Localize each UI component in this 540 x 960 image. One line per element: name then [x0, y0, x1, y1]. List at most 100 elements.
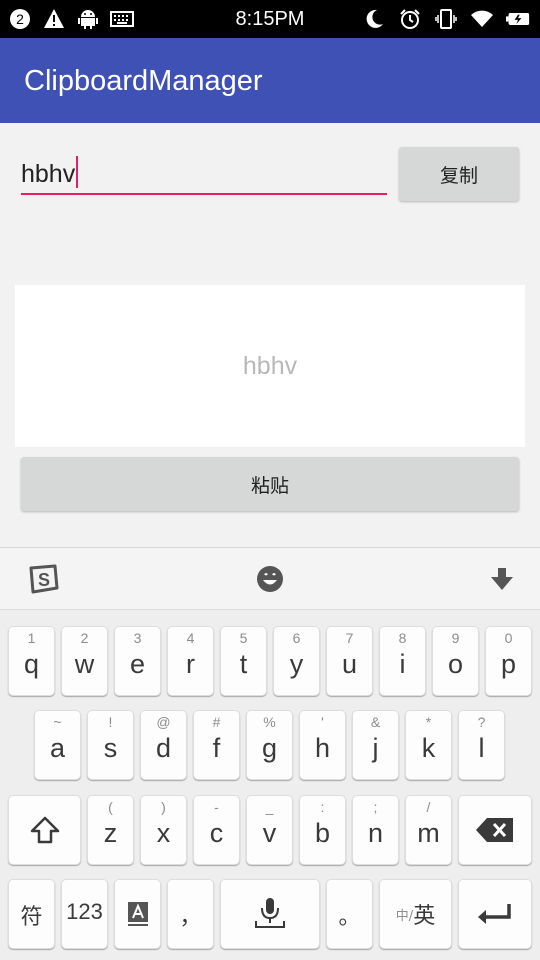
key-j[interactable]: & j	[352, 710, 399, 780]
backspace-icon	[476, 818, 513, 842]
key-z[interactable]: (z	[87, 795, 134, 865]
key-hint-label: #	[212, 714, 221, 730]
key-label: q	[23, 649, 40, 679]
key-label: d	[155, 733, 172, 763]
key-label: h	[314, 733, 331, 763]
key-h[interactable]: ' h	[299, 710, 346, 780]
key-label: e	[129, 649, 146, 679]
keyboard-toolbar: S	[0, 548, 540, 610]
soft-keyboard: S 1 q 2 w 3 e 4 r 5 t 6 y 7 u 8 i 9 o 0 p ~ a! s @ d # f% g ' h & j * k? l…	[0, 547, 540, 960]
key-w[interactable]: 2w	[61, 626, 108, 696]
key-v[interactable]: _ v	[246, 795, 293, 865]
keyboard-mode-icon	[127, 902, 148, 926]
key-hint-label: 6	[292, 630, 301, 646]
key-label: f	[212, 733, 221, 763]
key-hint-label: 7	[345, 630, 354, 646]
key-label: w	[74, 649, 95, 679]
key-m[interactable]: / m	[405, 795, 452, 865]
symbols-key[interactable]: 符	[8, 879, 55, 949]
enter-key[interactable]	[458, 879, 532, 949]
vibrate-icon	[434, 7, 458, 31]
key-label: t	[239, 649, 248, 679]
key-hint-label: 3	[133, 630, 142, 646]
key-hint-label: ;	[373, 799, 378, 815]
key-label: b	[314, 818, 331, 848]
key-label: 123	[66, 899, 103, 924]
key-e[interactable]: 3e	[114, 626, 161, 696]
key-b[interactable]: :b	[299, 795, 346, 865]
key-label: y	[289, 649, 304, 679]
key-hint-label: 0	[504, 630, 513, 646]
copy-button[interactable]: 复制	[399, 147, 519, 201]
key-hint-label: /	[426, 799, 431, 815]
hide-keyboard-icon[interactable]	[486, 563, 518, 595]
comma-key[interactable]: ，	[167, 879, 214, 949]
sogou-logo-icon[interactable]: S	[27, 563, 59, 595]
key-q[interactable]: 1q	[8, 626, 55, 696]
lang-small-label: 中/	[395, 908, 414, 924]
key-label: k	[421, 733, 436, 763]
space-key[interactable]	[220, 879, 320, 949]
key-label: 。	[338, 904, 361, 929]
key-u[interactable]: 7u	[326, 626, 373, 696]
key-a[interactable]: ~ a	[34, 710, 81, 780]
key-hint-label: 8	[398, 630, 407, 646]
key-o[interactable]: 9o	[432, 626, 479, 696]
language-switch-key[interactable]: 中/英	[379, 879, 452, 949]
wifi-icon	[470, 7, 494, 31]
key-x[interactable]: ) x	[140, 795, 187, 865]
key-hint-label: @	[156, 714, 171, 730]
key-d[interactable]: @ d	[140, 710, 187, 780]
period-key[interactable]: 。	[326, 879, 373, 949]
key-label: j	[372, 733, 379, 763]
key-hint-label: (	[108, 799, 113, 815]
key-y[interactable]: 6y	[273, 626, 320, 696]
key-hint-label: *	[425, 714, 432, 730]
key-s[interactable]: ! s	[87, 710, 134, 780]
key-hint-label: 2	[80, 630, 89, 646]
key-k[interactable]: * k	[405, 710, 452, 780]
shift-icon	[30, 816, 59, 844]
key-label: u	[341, 649, 358, 679]
alarm-icon	[398, 7, 422, 31]
key-l[interactable]: ? l	[458, 710, 505, 780]
moon-icon	[362, 7, 386, 31]
key-label: l	[478, 733, 485, 763]
lang-big-label: 英	[413, 904, 436, 929]
key-label: c	[209, 818, 224, 848]
status-bar: 2 8:15PM	[0, 0, 540, 38]
key-i[interactable]: 8i	[379, 626, 426, 696]
keyboard-switch-key[interactable]	[114, 879, 161, 949]
key-c[interactable]: -c	[193, 795, 240, 865]
key-hint-label: 4	[186, 630, 195, 646]
key-label: v	[262, 818, 277, 848]
key-t[interactable]: 5t	[220, 626, 267, 696]
paste-button[interactable]: 粘贴	[21, 457, 519, 511]
key-f[interactable]: # f	[193, 710, 240, 780]
key-hint-label: 1	[27, 630, 36, 646]
key-hint-label: %	[263, 714, 276, 730]
shift-key[interactable]	[8, 795, 81, 865]
key-n[interactable]: ; n	[352, 795, 399, 865]
app-bar: ClipboardManager	[0, 38, 540, 123]
text-input[interactable]: hbhv	[21, 153, 387, 195]
key-label: o	[447, 649, 464, 679]
main-content: hbhv 复制 hbhv 粘贴	[0, 123, 540, 547]
key-hint-label: 9	[451, 630, 460, 646]
key-p[interactable]: 0p	[485, 626, 532, 696]
backspace-key[interactable]	[458, 795, 532, 865]
key-label: ，	[179, 904, 202, 929]
key-label: g	[261, 733, 278, 763]
text-cursor	[76, 156, 79, 188]
key-label: m	[417, 818, 440, 848]
emoji-icon[interactable]	[254, 563, 286, 595]
microphone-icon	[255, 898, 285, 928]
key-r[interactable]: 4r	[167, 626, 214, 696]
key-hint-label: )	[161, 799, 166, 815]
key-g[interactable]: % g	[246, 710, 293, 780]
key-label: x	[156, 818, 171, 848]
key-label: z	[103, 818, 118, 848]
numbers-key[interactable]: 123	[61, 879, 108, 949]
key-label: a	[49, 733, 66, 763]
key-hint-label: -	[214, 799, 219, 815]
